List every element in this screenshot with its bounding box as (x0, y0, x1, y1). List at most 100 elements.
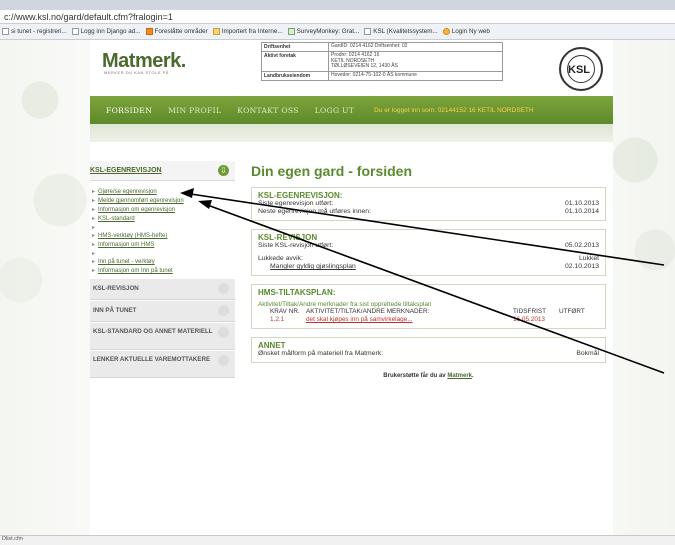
tiltak-subtitle: Aktivitet/Tiltak/Andre merknader fra sis… (258, 301, 432, 308)
egen-next-label: Neste egenrevisjon må utføres innen: (258, 208, 371, 215)
box-title: KSL-REVISJON (258, 233, 318, 242)
orange-square-icon (145, 28, 153, 35)
utfort (559, 316, 599, 324)
orange-circle-icon (442, 28, 450, 35)
sidebar-link-hms-verktoy[interactable]: HMS-verktøy (HMS-hefte) (92, 232, 235, 239)
collapse-arrow-icon[interactable]: ⇩ (218, 165, 229, 176)
rev-last-label: Siste KSL-revisjon utført: (258, 242, 334, 249)
sidebar-section-ksl-standard[interactable]: KSL-STANDARD OG ANNET MATERIELL (90, 322, 235, 350)
bookmark-foreslatte[interactable]: Foreslåtte områder (145, 28, 208, 35)
bookmark-label: Importert fra Interne... (221, 28, 283, 35)
expand-icon[interactable] (218, 327, 229, 338)
bookmark-surveymonkey[interactable]: SurveyMonkey: Grat... (287, 28, 360, 35)
malform-label: Ønsket målform på materiell fra Matmerk: (258, 350, 384, 357)
main-navigation: FORSIDEN MIN PROFIL KONTAKT OSS LOGG UT … (90, 96, 613, 124)
nav-logg-ut[interactable]: LOGG UT (315, 106, 354, 115)
bookmark-label: Foreslåtte områder (154, 28, 208, 35)
survey-icon (287, 28, 295, 35)
section-title: LENKER AKTUELLE VAREMOTTAKERE (93, 356, 211, 363)
ksl-seal-logo: KSL (559, 47, 603, 91)
section-title[interactable]: KSL-EGENREVISJON (90, 167, 162, 174)
page-icon (71, 28, 79, 35)
info-key: Landbrukseiendom (261, 70, 329, 81)
expand-icon[interactable] (218, 355, 229, 366)
bookmark-ksl[interactable]: KSL (Kvalitetssystem... (364, 28, 438, 35)
bookmark-label: Logg inn Django ad... (80, 28, 141, 35)
browser-chrome (0, 0, 675, 10)
nav-kontakt-oss[interactable]: KONTAKT OSS (237, 106, 298, 115)
nav-min-profil[interactable]: MIN PROFIL (168, 106, 221, 115)
egen-last-label: Siste egenrevisjon utført: (258, 200, 334, 207)
bookmark-label: Login Ny web (451, 28, 490, 35)
sidebar-link-info-inn-pa-tunet[interactable]: Informasjon om Inn på tunet (92, 267, 235, 274)
sidebar-section-ksl-revisjon[interactable]: KSL-REVISJON (90, 278, 235, 300)
site-header: Matmerk. MERKER DU KAN STOLE PÅ Driftsen… (90, 40, 613, 96)
address-bar[interactable]: c://www.ksl.no/gard/default.cfm?fralogin… (0, 10, 675, 24)
info-row-foretak: Aktivt foretak Prodnr: 0214 4162 16 KETIL… (261, 51, 503, 72)
box-title: KSL-EGENREVISJON: (258, 191, 343, 200)
support-footer: Brukerstøtte får du av Matmerk. (251, 373, 606, 379)
main-content: Din egen gard - forsiden KSL-EGENREVISJO… (251, 161, 606, 379)
expand-icon[interactable] (218, 305, 229, 316)
column-header: UTFØRT (559, 308, 585, 315)
sidebar-link-ksl-standard[interactable]: KSL-standard (92, 215, 235, 222)
footer-text: Brukerstøtte får du av (383, 373, 448, 379)
bookmark-importert[interactable]: Importert fra Interne... (212, 28, 283, 35)
sidebar-link-list: Gjøre/se egenrevisjon Melde gjennomført … (90, 181, 235, 278)
box-title: HMS-TILTAKSPLAN: (258, 288, 336, 297)
spacer (92, 250, 235, 256)
avvik-link[interactable]: Mangler gyldig gjøslingsplan (258, 263, 356, 271)
page-icon (2, 28, 9, 35)
matmerk-link[interactable]: Matmerk (447, 373, 472, 379)
sidebar-link-info-egenrevisjon[interactable]: Informasjon om egenrevisjon (92, 206, 235, 213)
info-value: Prodnr: 0214 4162 16 KETIL NORDSETH TØLL… (328, 51, 503, 72)
rev-last-date: 05.02.2013 (564, 242, 599, 249)
lukkede-avvik-label: Lukkede avvik: (258, 255, 303, 262)
hms-tiltaksplan-box: HMS-TILTAKSPLAN: Aktivitet/Tiltak/Andre … (251, 284, 606, 329)
tiltak-header-row: KRAV NR. AKTIVITET/TILTAK/ANDRE MERKNADE… (258, 308, 599, 316)
krav-nr: 1.2.1 (270, 316, 285, 323)
bookmark-login-ny-web[interactable]: Login Ny web (442, 28, 490, 35)
avvik-date: 02.10.2013 (564, 263, 599, 270)
annet-box: ANNET Ønsket målform på materiell fra Ma… (251, 337, 606, 363)
info-key: Aktivt foretak (261, 51, 329, 72)
sidebar-section-lenker[interactable]: LENKER AKTUELLE VAREMOTTAKERE (90, 350, 235, 378)
section-title: KSL-REVISJON (93, 285, 139, 292)
column-header: KRAV NR. (270, 308, 300, 315)
folder-icon (212, 28, 220, 35)
sidebar-link-inn-pa-tunet-verktoy[interactable]: Inn på tunet - verktøy (92, 258, 235, 265)
sidebar-section-egenrevisjon[interactable]: KSL-EGENREVISJON ⇩ (90, 161, 235, 181)
browser-status-bar: Dlist.cfm (0, 535, 675, 545)
tiltak-link[interactable]: det skal kjøpes inn på samvirkelage... (306, 316, 513, 324)
malform-value: Bokmål (576, 350, 599, 357)
avvik-status: Lukket (578, 255, 599, 262)
logo-tagline: MERKER DU KAN STOLE PÅ (104, 70, 169, 75)
info-row-eiendom: Landbrukseiendom Hovednr: 0214-75-102-0 Å… (261, 70, 503, 81)
bookmarks-bar: si tunet - registreri... Logg inn Django… (0, 24, 675, 40)
expand-icon[interactable] (218, 283, 229, 294)
seal-text: KSL (568, 64, 590, 76)
section-title: KSL-STANDARD OG ANNET MATERIELL (93, 328, 213, 335)
login-status: Du er logget inn som: 02144152 16 KETIL … (374, 106, 534, 114)
column-header: AKTIVITET/TILTAK/ANDRE MERKNADER: (306, 308, 430, 315)
info-value: GardID: 0214 4162 Driftsenhet: 02 (328, 42, 503, 52)
info-value: Hovednr: 0214-75-102-0 ÅS kommune (328, 70, 503, 81)
sidebar-link-melde-egenrevisjon[interactable]: Melde gjennomført egenrevisjon (92, 197, 235, 204)
bookmark-tunet[interactable]: si tunet - registreri... (2, 28, 67, 35)
nav-forsiden[interactable]: FORSIDEN (106, 106, 152, 115)
info-row-driftsenhet: Driftsenhet GardID: 0214 4162 Driftsenhet… (261, 42, 503, 52)
sidebar-link-gjore-se-egenrevisjon[interactable]: Gjøre/se egenrevisjon (92, 188, 235, 195)
sidebar-section-inn-pa-tunet[interactable]: INN PÅ TUNET (90, 300, 235, 322)
tidsfrist: 16.05.2013 (513, 316, 545, 323)
sidebar: KSL-EGENREVISJON ⇩ Gjøre/se egenrevisjon… (90, 161, 235, 421)
egen-next-date: 01.10.2014 (564, 208, 599, 215)
section-title: INN PÅ TUNET (93, 307, 137, 314)
bookmark-label: si tunet - registreri... (11, 28, 67, 35)
subheader-strip (90, 124, 613, 142)
footer-suffix: . (472, 373, 474, 379)
sidebar-link-info-hms[interactable]: Informasjon om HMS (92, 241, 235, 248)
bookmark-label: SurveyMonkey: Grat... (296, 28, 360, 35)
bookmark-django[interactable]: Logg inn Django ad... (71, 28, 141, 35)
egenrevisjon-box: KSL-EGENREVISJON: Siste egenrevisjon utf… (251, 187, 606, 221)
spacer (92, 224, 235, 230)
